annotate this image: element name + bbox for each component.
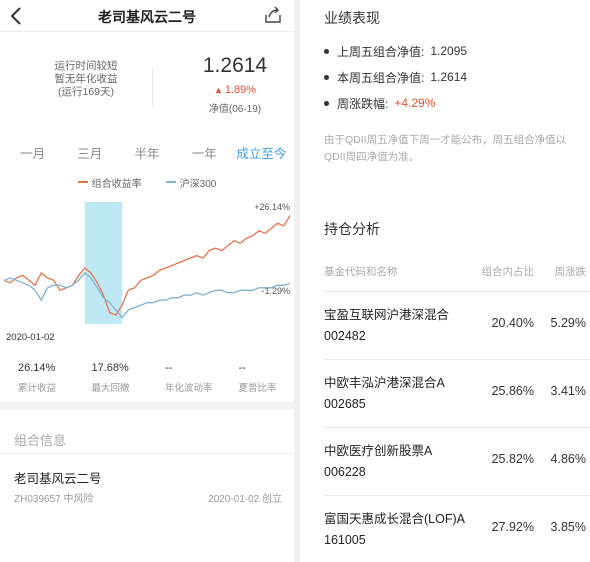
holdings-title: 持仓分析 (324, 221, 380, 237)
annualized-note: 运行时间较短 暂无年化收益 (运行169天) (36, 60, 136, 99)
bullet-dot (324, 74, 329, 80)
fund-change: 3.41% (550, 384, 586, 398)
performance-item: 本周五组合净值: 1.2614 (324, 64, 467, 90)
fund-weight: 25.86% (491, 384, 534, 398)
bullet-dot (324, 100, 329, 106)
legend-label: 组合收益率 (91, 178, 142, 190)
holding-row[interactable]: 中欧丰泓沪港深混合A 002685 25.86% 3.41% (324, 360, 586, 426)
nav-summary: 运行时间较短 暂无年化收益 (运行169天) 1.2614 ▲ 1.89% 净值(… (0, 32, 294, 132)
fund-name: 中欧丰泓沪港深混合A (324, 376, 445, 390)
item-value: 1.2095 (430, 44, 468, 58)
legend-portfolio: 组合收益率 (77, 175, 142, 190)
portfolio-end-label: +26.14% (254, 201, 290, 212)
index-line (3, 271, 291, 319)
stats-row: 26.14% 累计收益 17.68% 最大回撤 -- 年化波动率 -- 夏普比率 (0, 352, 294, 410)
stat-label: 夏普比率 (238, 383, 277, 394)
holding-row[interactable]: 宝盈互联网沪港深混合 002482 20.40% 5.29% (324, 292, 586, 358)
stat-sharpe: -- 夏普比率 (221, 362, 295, 402)
stat-volatility: -- 年化波动率 (147, 362, 221, 402)
performance-item: 上周五组合净值: 1.2095 (324, 38, 467, 64)
performance-chart[interactable]: +26.14% -1.29% 2020-01-02 (0, 192, 294, 352)
index-end-label: -1.29% (261, 285, 290, 296)
holding-row[interactable]: 中欧医疗创新股票A 006228 25.82% 4.86% (324, 428, 586, 494)
fund-change: 3.85% (550, 520, 586, 534)
fund-name: 富国天惠成长混合(LOF)A (324, 512, 465, 526)
holdings-header: 基金代码和名称 组合内占比 周涨跌 (324, 264, 586, 280)
fund-weight: 20.40% (491, 316, 534, 330)
tab-half-year[interactable]: 半年 (118, 143, 175, 162)
stat-value: 26.14% (18, 362, 56, 374)
fund-weight: 25.82% (491, 452, 534, 466)
net-value-change: ▲ 1.89% (190, 84, 280, 96)
net-value-date: 净值(06-19) (208, 104, 262, 115)
portfolio-line (3, 215, 291, 316)
group-name: 老司基风云二号 (14, 472, 102, 486)
item-label: 上周五组合净值: (337, 44, 425, 59)
stat-value: 17.68% (91, 362, 129, 374)
fund-change: 4.86% (550, 452, 586, 466)
chart-start-date: 2020-01-02 (6, 332, 55, 343)
fund-detail-panel: 老司基风云二号 运行时间较短 暂无年化收益 (运行169天) 1.2614 ▲ 1… (0, 0, 300, 562)
chart-legend: 组合收益率 沪深300 (0, 172, 294, 192)
legend-label: 沪深300 (179, 178, 217, 190)
legend-swatch (165, 181, 176, 183)
fund-name: 中欧医疗创新股票A (324, 444, 433, 458)
stat-label: 年化波动率 (165, 383, 213, 394)
nav-bar: 老司基风云二号 (0, 0, 294, 32)
share-icon[interactable] (264, 6, 282, 24)
item-label: 本周五组合净值: (337, 70, 425, 85)
stat-cumulative: 26.14% 累计收益 (0, 362, 74, 402)
group-code-risk: ZH039657 中风险 (14, 494, 94, 505)
divider (152, 68, 153, 106)
fund-code: 006228 (324, 465, 366, 479)
analysis-panel: 业绩表现 上周五组合净值: 1.2095 本周五组合净值: 1.2614 周涨跌… (306, 0, 590, 562)
col-weight: 组合内占比 (481, 266, 535, 278)
note-line: 运行时间较短 (54, 60, 118, 72)
legend-swatch (77, 181, 88, 183)
performance-list: 上周五组合净值: 1.2095 本周五组合净值: 1.2614 周涨跌幅: +4… (324, 38, 467, 116)
tab-since-inception[interactable]: 成立至今 (233, 143, 290, 162)
period-tabs: 一月 三月 半年 一年 成立至今 (0, 132, 294, 172)
fund-weight: 27.92% (491, 520, 534, 534)
bullet-dot (324, 48, 329, 54)
note-line: (运行169天) (57, 86, 114, 98)
fund-name: 宝盈互联网沪港深混合 (324, 308, 450, 322)
item-value: +4.29% (394, 96, 436, 110)
qdii-note: 由于QDII周五净值下周一才能公布，周五组合净值以QDII周四净值为准。 (324, 134, 567, 163)
stat-max-drawdown: 17.68% 最大回撤 (74, 362, 148, 402)
group-info-header: 组合信息 (0, 410, 294, 454)
group-created-date: 2020-01-02 创立 (208, 494, 282, 505)
performance-title: 业绩表现 (324, 10, 380, 26)
fund-change: 5.29% (550, 316, 586, 330)
tab-one-month[interactable]: 一月 (4, 143, 61, 162)
legend-index: 沪深300 (165, 175, 217, 190)
net-value: 1.2614 (202, 54, 268, 77)
fund-code: 002685 (324, 397, 366, 411)
up-triangle-icon: ▲ (213, 85, 223, 95)
stat-label: 最大回撤 (91, 383, 130, 394)
chart-canvas (3, 202, 291, 324)
stat-value: -- (238, 362, 246, 374)
note-line: 暂无年化收益 (54, 73, 118, 85)
stat-label: 累计收益 (18, 383, 57, 394)
tab-one-year[interactable]: 一年 (176, 143, 233, 162)
holding-row[interactable]: 富国天惠成长混合(LOF)A 161005 27.92% 3.85% (324, 496, 586, 562)
page-title: 老司基风云二号 (98, 9, 196, 25)
col-change: 周涨跌 (554, 266, 587, 278)
col-fund: 基金代码和名称 (324, 266, 398, 278)
fund-code: 002482 (324, 329, 366, 343)
change-value: 1.89% (224, 84, 257, 96)
fund-code: 161005 (324, 533, 366, 547)
item-label: 周涨跌幅: (337, 96, 389, 111)
stat-value: -- (165, 362, 173, 374)
tab-three-months[interactable]: 三月 (61, 143, 118, 162)
performance-item: 周涨跌幅: +4.29% (324, 90, 467, 116)
item-value: 1.2614 (430, 70, 468, 84)
group-info-item[interactable]: 老司基风云二号 ZH039657 中风险 2020-01-02 创立 (0, 454, 294, 514)
drawdown-highlight (84, 202, 123, 324)
